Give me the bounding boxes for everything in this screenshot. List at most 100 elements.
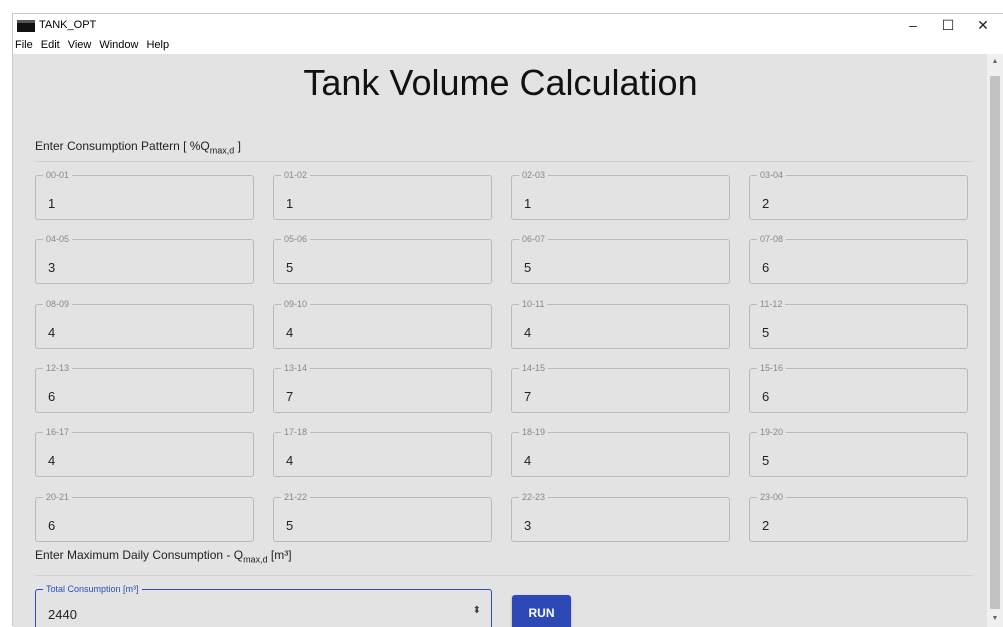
menu-edit[interactable]: Edit [37,36,64,54]
consumption-field-label: 06-07 [519,233,549,245]
spinner-icon[interactable]: ⬍ [473,605,481,616]
title-bar: TANK_OPT – ☐ ✕ [13,14,1003,36]
consumption-field-label: 01-02 [281,169,311,181]
consumption-field-value: 1 [48,196,56,211]
consumption-field-label: 00-01 [43,169,73,181]
consumption-field-06-07[interactable]: 06-07 5 [511,233,730,284]
consumption-field-value: 5 [524,260,532,275]
max-daily-label: Enter Maximum Daily Consumption - Qmax,d… [35,548,292,565]
menu-help[interactable]: Help [142,36,173,54]
consumption-field-value: 7 [524,389,532,404]
consumption-field-10-11[interactable]: 10-11 4 [511,298,730,349]
consumption-field-04-05[interactable]: 04-05 3 [35,233,254,284]
consumption-field-value: 6 [762,260,770,275]
consumption-field-label: 02-03 [519,169,549,181]
consumption-field-label: 13-14 [281,362,311,374]
minimize-button[interactable]: – [893,14,933,36]
consumption-field-15-16[interactable]: 15-16 6 [749,362,968,413]
consumption-field-label: 19-20 [757,426,787,438]
consumption-field-07-08[interactable]: 07-08 6 [749,233,968,284]
consumption-field-label: 21-22 [281,491,311,503]
consumption-field-value: 4 [286,453,294,468]
consumption-field-17-18[interactable]: 17-18 4 [273,426,492,477]
consumption-field-01-02[interactable]: 01-02 1 [273,169,492,220]
consumption-field-label: 20-21 [43,491,73,503]
consumption-field-label: 17-18 [281,426,311,438]
consumption-field-21-22[interactable]: 21-22 5 [273,491,492,542]
menu-file[interactable]: File [13,36,37,54]
page-title: Tank Volume Calculation [303,62,698,103]
consumption-field-value: 4 [286,325,294,340]
consumption-field-label: 09-10 [281,298,311,310]
consumption-field-16-17[interactable]: 16-17 4 [35,426,254,477]
consumption-field-value: 2 [762,196,770,211]
consumption-field-label: 15-16 [757,362,787,374]
consumption-field-03-04[interactable]: 03-04 2 [749,169,968,220]
window-title: TANK_OPT [39,19,97,31]
consumption-field-18-19[interactable]: 18-19 4 [511,426,730,477]
consumption-field-00-01[interactable]: 00-01 1 [35,169,254,220]
app-window: TANK_OPT – ☐ ✕ File Edit View Window Hel… [12,13,1003,627]
section-divider [35,161,973,162]
consumption-field-value: 4 [48,453,56,468]
consumption-field-value: 1 [286,196,294,211]
consumption-field-label: 14-15 [519,362,549,374]
consumption-field-value: 1 [524,196,532,211]
consumption-field-13-14[interactable]: 13-14 7 [273,362,492,413]
menu-bar: File Edit View Window Help [13,36,1003,54]
close-button[interactable]: ✕ [963,14,1003,36]
consumption-field-08-09[interactable]: 08-09 4 [35,298,254,349]
consumption-field-label: 08-09 [43,298,73,310]
run-button[interactable]: RUN [512,595,571,627]
consumption-field-label: 18-19 [519,426,549,438]
app-icon [17,20,35,32]
consumption-field-label: 23-00 [757,491,787,503]
consumption-field-value: 4 [524,453,532,468]
consumption-field-label: 07-08 [757,233,787,245]
consumption-field-label: 10-11 [519,298,548,310]
consumption-field-value: 6 [48,389,56,404]
menu-view[interactable]: View [64,36,96,54]
consumption-field-05-06[interactable]: 05-06 5 [273,233,492,284]
consumption-field-19-20[interactable]: 19-20 5 [749,426,968,477]
vertical-scrollbar[interactable]: ▲ ▼ [987,54,1003,627]
consumption-field-value: 5 [762,325,770,340]
consumption-field-label: 05-06 [281,233,311,245]
consumption-field-value: 6 [48,518,56,533]
consumption-pattern-label: Enter Consumption Pattern [ %Qmax,d ] [35,139,241,156]
scroll-thumb[interactable] [990,76,1000,609]
consumption-field-value: 2 [762,518,770,533]
maximize-button[interactable]: ☐ [928,14,968,36]
consumption-field-label: 12-13 [43,362,73,374]
scroll-up-icon[interactable]: ▲ [987,56,1003,68]
consumption-field-09-10[interactable]: 09-10 4 [273,298,492,349]
main-content: Tank Volume Calculation Enter Consumptio… [13,54,988,627]
consumption-field-label: 04-05 [43,233,73,245]
section-divider [35,575,973,576]
consumption-field-20-21[interactable]: 20-21 6 [35,491,254,542]
consumption-field-value: 4 [524,325,532,340]
total-consumption-label: Total Consumption [m³] [43,583,142,595]
total-consumption-value: 2440 [48,607,77,622]
consumption-field-value: 6 [762,389,770,404]
consumption-field-14-15[interactable]: 14-15 7 [511,362,730,413]
consumption-field-11-12[interactable]: 11-12 5 [749,298,968,349]
total-consumption-field[interactable]: Total Consumption [m³] 2440 ⬍ [35,583,492,627]
consumption-field-label: 22-23 [519,491,549,503]
scroll-down-icon[interactable]: ▼ [987,613,1003,625]
consumption-field-22-23[interactable]: 22-23 3 [511,491,730,542]
menu-window[interactable]: Window [95,36,142,54]
consumption-field-value: 3 [48,260,56,275]
consumption-field-label: 16-17 [43,426,73,438]
consumption-field-value: 5 [286,518,294,533]
consumption-field-value: 4 [48,325,56,340]
consumption-field-label: 03-04 [757,169,787,181]
consumption-field-value: 5 [286,260,294,275]
consumption-field-23-00[interactable]: 23-00 2 [749,491,968,542]
consumption-field-12-13[interactable]: 12-13 6 [35,362,254,413]
consumption-field-value: 5 [762,453,770,468]
consumption-field-value: 3 [524,518,532,533]
consumption-field-02-03[interactable]: 02-03 1 [511,169,730,220]
consumption-field-label: 11-12 [757,298,786,310]
consumption-field-value: 7 [286,389,294,404]
